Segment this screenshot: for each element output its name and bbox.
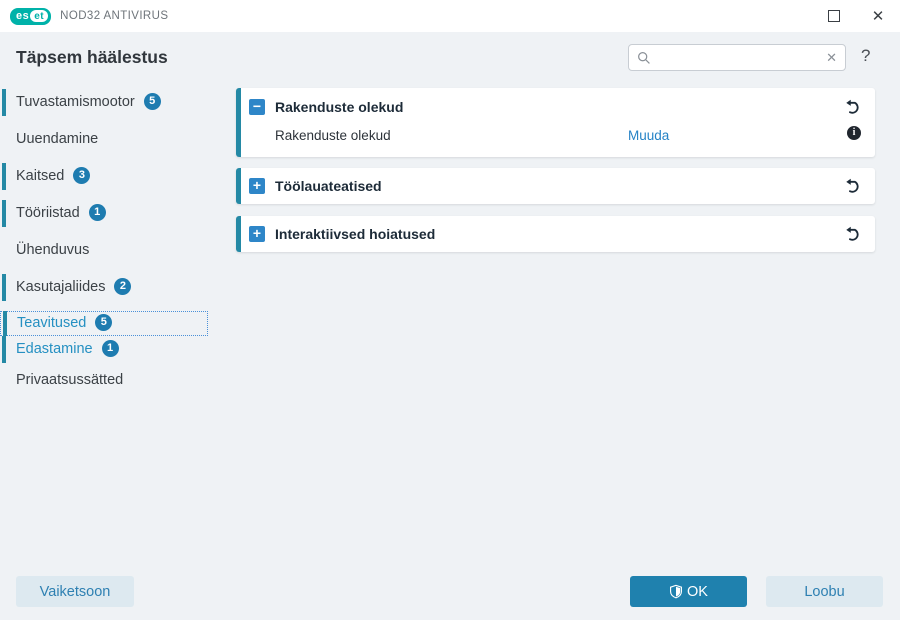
sidebar-item-kasutajaliides[interactable]: Kasutajaliides 2	[0, 274, 208, 301]
sidebar-item-label: Privaatsussätted	[16, 372, 124, 388]
page-title: Täpsem häälestus	[16, 47, 168, 67]
setting-row: Rakenduste olekud Muuda i	[236, 121, 875, 152]
count-badge: 1	[101, 339, 119, 357]
sidebar-item-tuvastamismootor[interactable]: Tuvastamismootor 5	[0, 89, 208, 116]
info-icon[interactable]: i	[847, 126, 861, 140]
collapse-icon[interactable]: −	[249, 99, 265, 115]
eset-logo: es et	[10, 7, 52, 25]
panel-interaktiivsed-hoiatused: + Interaktiivsed hoiatused	[236, 216, 875, 252]
expand-icon[interactable]: +	[249, 226, 265, 242]
undo-icon	[846, 99, 859, 114]
sidebar-item-label: Tuvastamismootor	[16, 94, 135, 110]
undo-icon	[846, 226, 859, 241]
help-button[interactable]: ?	[861, 46, 870, 66]
panel-header[interactable]: + Interaktiivsed hoiatused	[236, 216, 875, 252]
sidebar-item-teavitused[interactable]: Teavitused 5	[0, 311, 208, 336]
panel-header[interactable]: − Rakenduste olekud	[236, 88, 875, 121]
count-badge: 5	[143, 92, 161, 110]
search-box[interactable]: ✕	[628, 44, 846, 71]
revert-button[interactable]	[845, 178, 862, 195]
close-button[interactable]: ✕	[856, 0, 900, 32]
sidebar-item-label: Uuendamine	[16, 131, 99, 147]
count-badge: 1	[88, 203, 106, 221]
panel-title: Töölauateatised	[275, 178, 382, 194]
sidebar-item-label: Teavitused	[17, 315, 87, 331]
ok-button[interactable]: OK	[630, 576, 747, 607]
count-badge: 2	[114, 277, 132, 295]
sidebar-item-uhenduvus[interactable]: Ühenduvus	[0, 238, 208, 263]
expand-icon[interactable]: +	[249, 178, 265, 194]
sidebar-item-label: Ühenduvus	[16, 242, 90, 258]
search-clear-icon[interactable]: ✕	[826, 51, 837, 64]
count-badge: 3	[73, 166, 91, 184]
window-controls: ✕	[812, 0, 900, 32]
maximize-button[interactable]	[812, 0, 856, 32]
cancel-button[interactable]: Loobu	[766, 576, 883, 607]
product-name: NOD32 ANTIVIRUS	[60, 10, 169, 22]
settings-panels: − Rakenduste olekud Rakenduste olekud Mu…	[236, 88, 875, 264]
sidebar-item-label: Tööriistad	[16, 205, 80, 221]
eset-logo-text-left: es	[16, 9, 30, 22]
search-input[interactable]	[657, 50, 821, 65]
close-icon: ✕	[871, 7, 885, 25]
ok-button-label: OK	[687, 583, 708, 600]
panel-toolauateatised: + Töölauateatised	[236, 168, 875, 204]
search-icon	[638, 51, 650, 64]
eset-logo-text-right: et	[34, 10, 45, 22]
panel-title: Rakenduste olekud	[275, 99, 404, 115]
sidebar-item-kaitsed[interactable]: Kaitsed 3	[0, 163, 208, 190]
sidebar-item-label: Edastamine	[16, 341, 93, 357]
sidebar-item-uuendamine[interactable]: Uuendamine	[0, 127, 208, 152]
setting-label: Rakenduste olekud	[275, 128, 391, 143]
muuda-link[interactable]: Muuda	[628, 128, 669, 143]
sidebar-item-tooriistad[interactable]: Tööriistad 1	[0, 200, 208, 227]
sidebar-item-label: Kasutajaliides	[16, 279, 106, 295]
titlebar: es et NOD32 ANTIVIRUS ✕	[0, 0, 900, 32]
sidebar-item-label: Kaitsed	[16, 168, 65, 184]
sidebar-item-edastamine[interactable]: Edastamine 1	[0, 336, 208, 363]
count-badge: 5	[95, 313, 113, 331]
panel-title: Interaktiivsed hoiatused	[275, 226, 436, 242]
maximize-icon	[828, 10, 840, 22]
revert-button[interactable]	[845, 226, 862, 243]
defaults-button[interactable]: Vaiketsoon	[16, 576, 134, 607]
undo-icon	[846, 178, 859, 193]
eset-logo-box: et	[30, 10, 49, 22]
uac-shield-icon	[669, 584, 683, 599]
sidebar-item-privaatsussatted[interactable]: Privaatsussätted	[0, 368, 208, 393]
panel-header[interactable]: + Töölauateatised	[236, 168, 875, 204]
panel-rakenduste-olekud: − Rakenduste olekud Rakenduste olekud Mu…	[236, 88, 875, 157]
revert-button[interactable]	[845, 99, 862, 116]
